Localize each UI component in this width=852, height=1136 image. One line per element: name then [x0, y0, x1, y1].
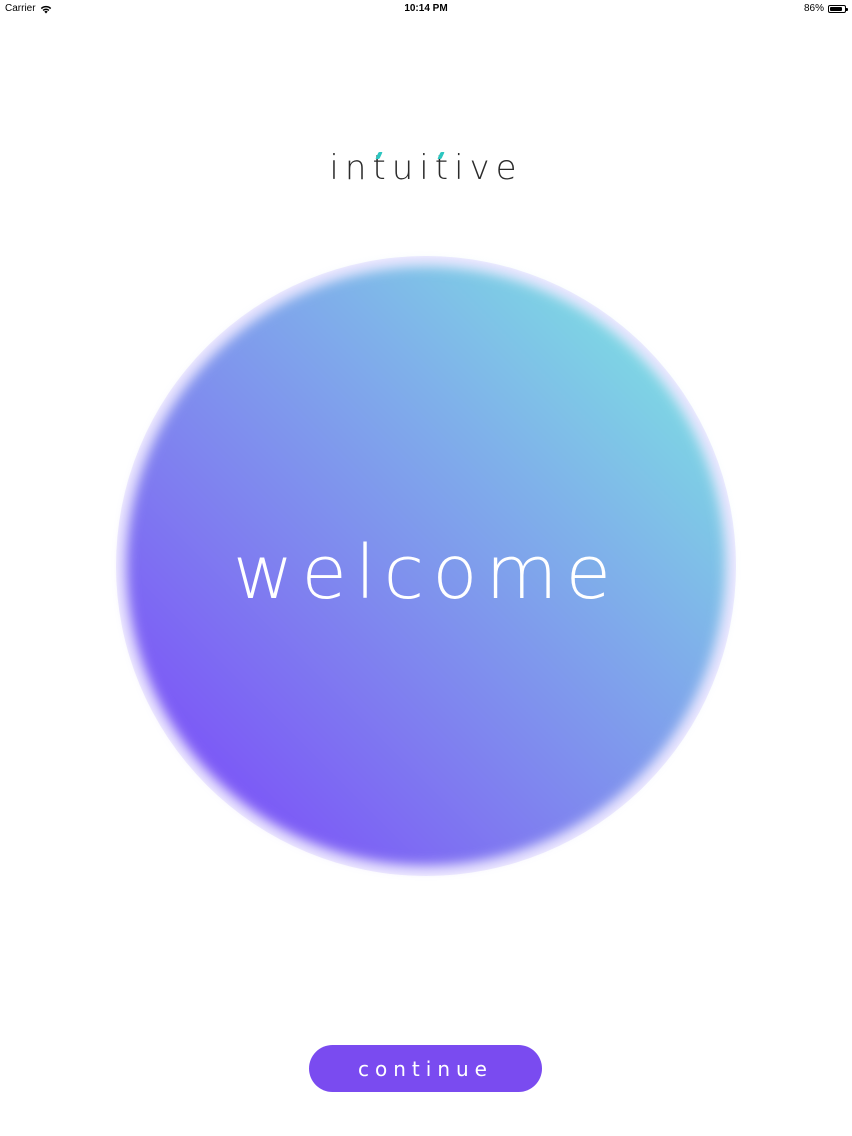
logo-part: ui: [391, 148, 435, 188]
status-bar: Carrier 10:14 PM 86%: [0, 0, 852, 18]
logo-accent-letter: t: [372, 148, 392, 188]
intuitive-logo: intuitive: [0, 148, 852, 188]
battery-percent: 86%: [803, 3, 824, 14]
welcome-screen: Carrier 10:14 PM 86% intuitive welcome c…: [0, 0, 852, 1136]
battery-icon: [828, 4, 848, 13]
continue-button[interactable]: continue: [309, 1045, 542, 1092]
status-right: 86%: [803, 3, 848, 14]
logo-part: in: [329, 148, 373, 188]
battery-nub: [846, 7, 848, 11]
logo-part: ive: [454, 148, 523, 188]
time-label: 10:14 PM: [404, 3, 448, 14]
logo-accent-letter: t: [434, 148, 455, 188]
status-time: 10:14 PM: [0, 3, 852, 14]
welcome-heading: welcome: [232, 530, 620, 616]
battery-fill: [830, 6, 842, 11]
